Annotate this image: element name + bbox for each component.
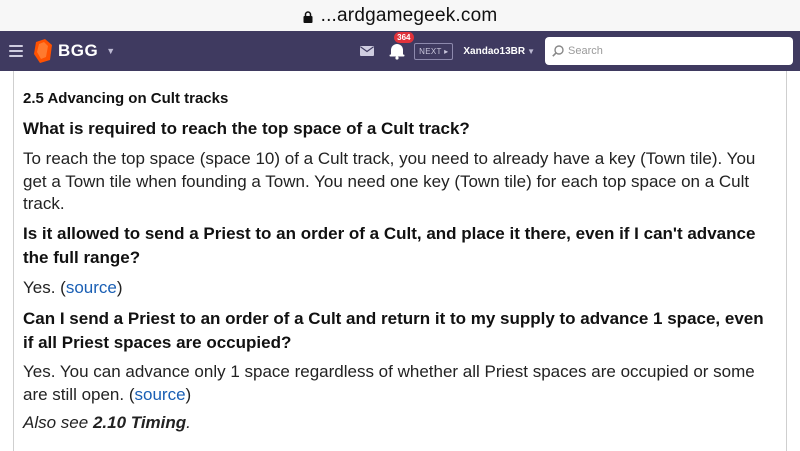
question-1: What is required to reach the top space … bbox=[23, 119, 470, 138]
question-3: Can I send a Priest to an order of a Cul… bbox=[23, 309, 764, 352]
logo-text: BGG bbox=[58, 41, 99, 60]
mail-icon[interactable] bbox=[360, 46, 375, 56]
bgg-logo[interactable]: BGG ▼ bbox=[33, 39, 115, 63]
answer-3: Yes. You can advance only 1 space regard… bbox=[23, 361, 778, 406]
bgg-logo-icon bbox=[34, 39, 52, 63]
section-title: 2.5 Advancing on Cult tracks bbox=[23, 90, 229, 107]
next-button[interactable]: NEXT ▸ bbox=[414, 42, 454, 60]
answer-2-end: ) bbox=[116, 278, 123, 297]
username-menu[interactable]: Xandao13BR bbox=[463, 46, 525, 57]
logo-chevron-down-icon[interactable]: ▼ bbox=[106, 46, 115, 56]
source-link[interactable]: source bbox=[135, 385, 186, 404]
see-also-suffix: . bbox=[186, 413, 191, 432]
question-2: Is it allowed to send a Priest to an ord… bbox=[23, 224, 756, 267]
search-icon bbox=[552, 45, 564, 57]
answer-3-text: Yes. You can advance only 1 space regard… bbox=[23, 362, 755, 404]
answer-3-end: ) bbox=[185, 384, 192, 404]
user-chevron-down-icon[interactable]: ▼ bbox=[527, 47, 535, 56]
see-also: Also see 2.10 Timing. bbox=[23, 413, 191, 433]
lock-icon bbox=[303, 10, 313, 23]
hamburger-menu-icon[interactable] bbox=[9, 45, 23, 57]
browser-url-bar[interactable]: ...ardgamegeek.com bbox=[0, 0, 800, 31]
source-link[interactable]: source bbox=[66, 278, 117, 297]
search-input[interactable] bbox=[568, 45, 768, 57]
bell-icon bbox=[389, 44, 405, 60]
see-also-prefix: Also see bbox=[23, 413, 93, 432]
url-domain: ...ardgamegeek.com bbox=[320, 4, 498, 26]
answer-1: To reach the top space (space 10) of a C… bbox=[23, 149, 756, 213]
search-box[interactable] bbox=[545, 37, 793, 65]
top-navigation: BGG ▼ 364 NEXT ▸ Xandao13BR ▼ bbox=[0, 31, 800, 71]
see-also-reference[interactable]: 2.10 Timing bbox=[93, 413, 186, 432]
answer-2: Yes. (source) bbox=[23, 277, 778, 300]
notifications-button[interactable]: 364 bbox=[388, 32, 414, 60]
answer-2-text: Yes. ( bbox=[23, 278, 66, 297]
notification-count-badge: 364 bbox=[394, 32, 414, 43]
